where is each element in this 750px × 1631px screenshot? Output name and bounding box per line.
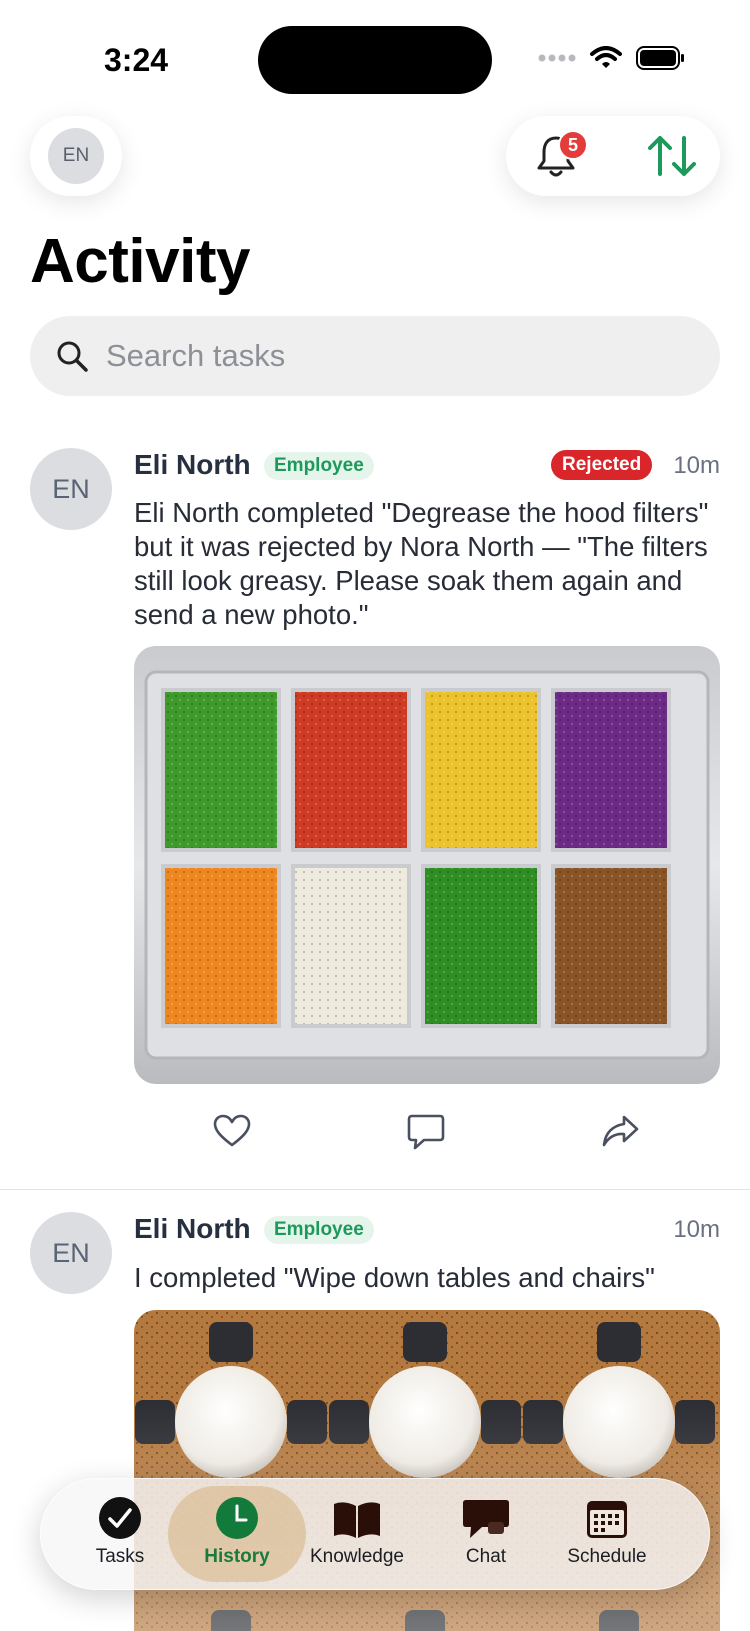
- filter-mesh-texture: [425, 692, 537, 848]
- filter-mesh-texture: [555, 692, 667, 848]
- dynamic-island: [258, 26, 492, 94]
- page-title: Activity: [30, 227, 250, 296]
- notification-count-badge: 5: [558, 130, 588, 160]
- tab-tasks[interactable]: Tasks: [70, 1486, 170, 1582]
- chair-right: [287, 1400, 327, 1444]
- filter-mesh-texture: [165, 692, 277, 848]
- chair-bottom: [211, 1610, 251, 1631]
- filter-mesh-texture: [555, 868, 667, 1024]
- post-actions: [134, 1113, 720, 1153]
- search-input[interactable]: [106, 338, 666, 374]
- search-icon: [57, 341, 88, 372]
- role-badge: Employee: [264, 1216, 374, 1244]
- tab-chat[interactable]: Chat: [426, 1486, 546, 1582]
- round-table: [563, 1366, 675, 1478]
- avatar: EN: [48, 128, 104, 184]
- role-badge: Employee: [264, 452, 374, 480]
- hood-filter-tray-image: [134, 646, 720, 1084]
- chair-left: [523, 1400, 563, 1444]
- like-heart-icon[interactable]: [212, 1113, 252, 1149]
- calendar-icon: [587, 1501, 627, 1538]
- task-photo[interactable]: [134, 646, 720, 1084]
- status-time: 3:24: [104, 42, 169, 78]
- tab-label: Knowledge: [309, 1546, 405, 1567]
- book-icon: [334, 1502, 380, 1538]
- author-name[interactable]: Eli North: [134, 449, 251, 481]
- tab-knowledge[interactable]: Knowledge: [302, 1486, 412, 1582]
- filter-mesh-texture: [295, 692, 407, 848]
- wifi-icon: [590, 46, 622, 68]
- activity-text: I completed "Wipe down tables and chairs…: [134, 1262, 655, 1293]
- status-icons: [538, 46, 686, 70]
- avatar: EN: [30, 1212, 112, 1294]
- clock-icon: [216, 1497, 258, 1539]
- timestamp: 10m: [673, 452, 720, 479]
- tab-label: History: [204, 1546, 270, 1567]
- status-badge: Rejected: [551, 450, 653, 480]
- share-icon[interactable]: [600, 1113, 640, 1149]
- feed-divider: [0, 1189, 750, 1190]
- filter-mesh-texture: [165, 868, 277, 1024]
- chair-left: [329, 1400, 369, 1444]
- tab-label: Schedule: [567, 1546, 647, 1567]
- status-bar: 3:24: [0, 0, 750, 120]
- sort-arrows-icon: [648, 136, 696, 176]
- tab-history[interactable]: History: [168, 1486, 306, 1582]
- search-bar[interactable]: [30, 316, 720, 396]
- round-table: [369, 1366, 481, 1478]
- battery-icon: [636, 46, 684, 70]
- avatar: EN: [30, 448, 112, 530]
- chair-left: [135, 1400, 175, 1444]
- filter-mesh-texture: [425, 868, 537, 1024]
- chair-right: [675, 1400, 715, 1444]
- chair-top: [403, 1322, 447, 1362]
- sort-button[interactable]: [642, 128, 702, 184]
- chair-top: [209, 1322, 253, 1362]
- chair-right: [481, 1400, 521, 1444]
- bottom-tab-bar: Tasks History Knowledge Chat Schedule: [40, 1478, 710, 1590]
- round-table: [175, 1366, 287, 1478]
- header-actions: 5: [506, 116, 720, 196]
- signal-icon: [538, 54, 576, 62]
- chair-bottom: [405, 1610, 445, 1631]
- author-name[interactable]: Eli North: [134, 1213, 251, 1245]
- tab-label: Tasks: [95, 1546, 145, 1567]
- checkmark-circle-icon: [99, 1497, 141, 1539]
- chat-bubble-icon: [463, 1500, 509, 1538]
- chair-bottom: [599, 1610, 639, 1631]
- activity-text: Eli North completed "Degrease the hood f…: [134, 497, 709, 630]
- profile-avatar-button[interactable]: EN: [30, 116, 122, 196]
- tab-schedule[interactable]: Schedule: [552, 1486, 662, 1582]
- comment-icon[interactable]: [406, 1113, 446, 1151]
- filter-mesh-texture: [295, 868, 407, 1024]
- timestamp: 10m: [673, 1216, 720, 1243]
- tab-label: Chat: [465, 1546, 507, 1567]
- chair-top: [597, 1322, 641, 1362]
